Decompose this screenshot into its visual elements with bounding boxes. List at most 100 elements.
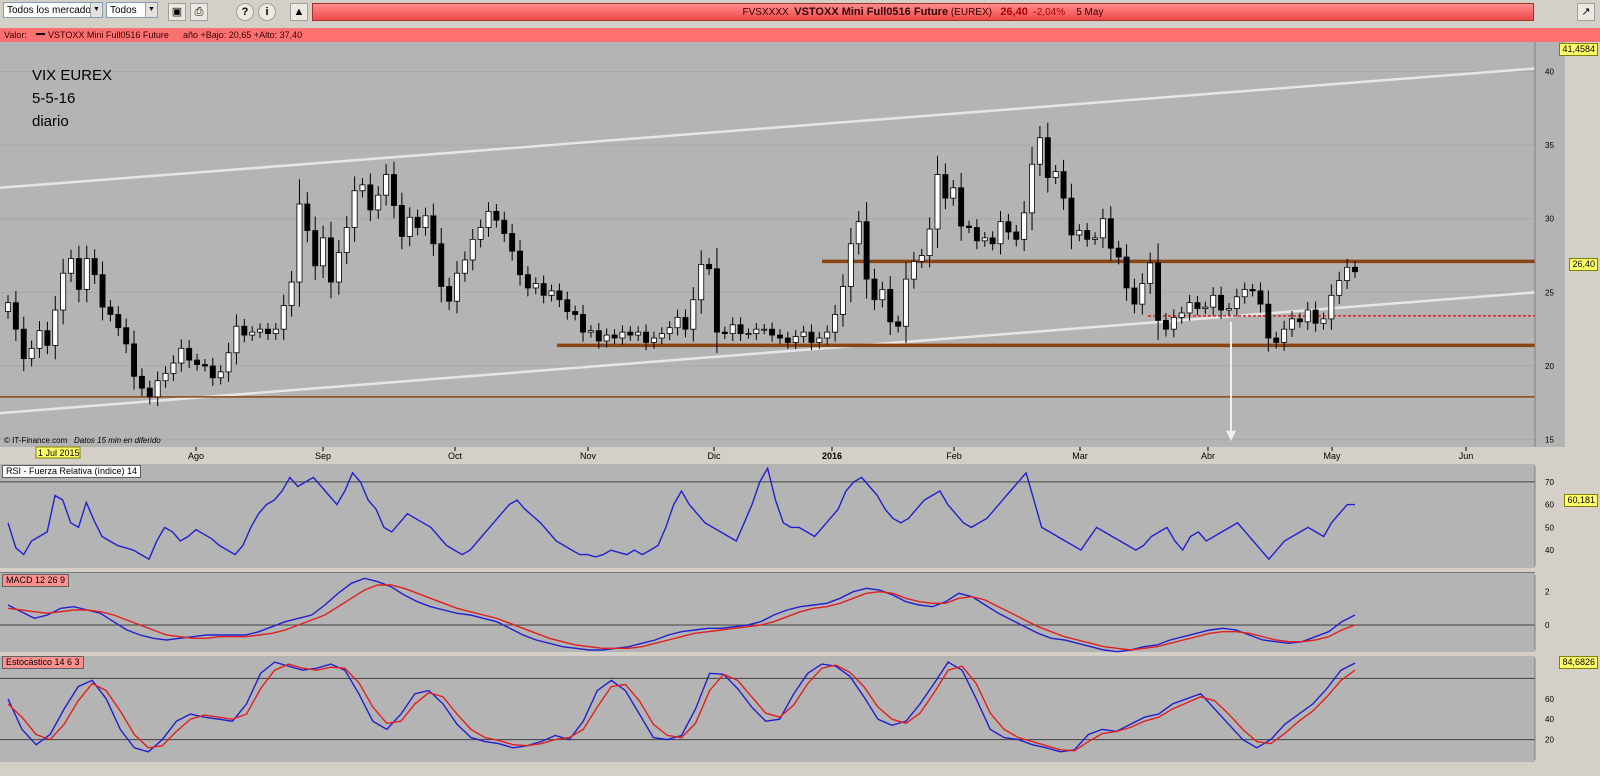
footer-source: © IT-Finance.com [4,436,68,445]
candle-body [524,274,531,289]
candle-body [855,221,862,245]
candle-body [1115,247,1122,258]
series-swatch [36,33,45,35]
candle-body [832,314,839,333]
candle-body [186,347,193,361]
candle-body [1139,283,1146,305]
instrument-exchange: (EUREX) [950,7,992,18]
candle-body [658,333,665,339]
candle-body [461,259,468,274]
candle-body [1265,303,1272,339]
type-select[interactable]: Todos ▼ [106,2,158,18]
chart-type-icon[interactable]: ↗ [1577,3,1595,21]
candle-body [548,290,555,296]
candle-body [296,203,303,283]
chart-icon[interactable]: ▲ [290,3,308,21]
print-icon[interactable]: ⎙ [190,3,208,21]
instrument-price: 26,40 [1000,6,1028,18]
candle-body [304,203,311,231]
candle-body [5,302,11,312]
candle-body [1147,262,1154,284]
rsi-axis: 40 50 60 70 [1534,466,1554,566]
candle-body [1170,316,1177,330]
annotation-line-3: diario [32,113,69,130]
candle-body [170,362,177,374]
candle-body [201,364,208,367]
candle-body [328,237,334,283]
candle-body [517,250,523,276]
candle-body [1241,289,1248,298]
chevron-down-icon[interactable]: ▼ [90,3,102,17]
instrument-date: 5 May [1076,7,1104,18]
candle-body [769,328,776,336]
candle-body [146,387,153,398]
save-icon[interactable]: ▣ [168,3,186,21]
indicator-tick-label: 2 [1545,588,1550,597]
price-tick-label: 35 [1545,141,1554,150]
market-select-value: Todos los mercados [7,5,96,16]
candle-body [706,263,713,270]
candle-body [1076,230,1083,236]
instrument-name: VSTOXX Mini Full0516 Future [794,6,949,18]
candle-body [138,375,145,389]
candle-body [493,210,500,221]
candle-body [162,372,169,382]
candle-body [52,309,59,346]
candle-body [587,330,594,333]
candle-body [840,286,846,315]
candle-body [1202,306,1209,309]
market-select[interactable]: Todos los mercados ▼ [3,2,103,18]
time-tick-label: Oct [448,451,463,461]
candle-body [619,331,626,339]
time-tick-label: Feb [946,451,962,461]
candle-body [950,187,957,199]
candle-body [241,325,248,336]
price-tick-label: 20 [1545,362,1554,371]
candle-body [816,337,823,343]
candle-body [674,316,681,329]
time-tick-label: Mar [1072,451,1088,461]
candle-body [509,233,516,252]
candle-body [871,278,878,301]
candle-body [540,283,547,296]
candle-body [1084,230,1091,240]
time-tick-label: Dic [708,451,721,461]
info-icon[interactable]: i [258,3,276,21]
candle-body [60,272,67,311]
candle-body [910,261,917,280]
candle-body [75,258,82,290]
candle-body [154,380,161,398]
instrument-title-bar: FVSXXXX VSTOXX Mini Full0516 Future (EUR… [312,3,1534,21]
help-icon[interactable]: ? [236,3,254,21]
indicator-tick-label: 40 [1545,715,1554,724]
candle-body [966,225,972,228]
candle-body [1186,302,1193,314]
main-panel-valor: Valor: [4,30,27,40]
toolbar: Todos los mercados ▼ Todos ▼ ▣ ⎙ ? i ▲ F… [0,0,1600,29]
candle-body [359,184,366,192]
time-tick-label: 2016 [822,451,842,461]
candle-body [792,336,799,343]
chart-area: Valor: VSTOXX Mini Full0516 Future año +… [0,28,1600,762]
candle-body [194,359,201,365]
candle-body [1328,294,1335,320]
candle-body [989,237,996,245]
candle-body [595,330,602,342]
footer-note: Datos 15 min en diferido [74,436,161,445]
macd-panel-label: MACD 12 26 9 [2,574,70,587]
candle-body [454,272,460,302]
candle-body [1099,218,1106,239]
candle-body [398,205,405,237]
candle-body [1226,308,1232,311]
candle-body [1162,319,1169,330]
candle-body [288,281,295,307]
time-tick-label: Ago [188,451,204,461]
candle-body [1092,237,1099,240]
candle-body [1131,287,1138,305]
candle-body [737,324,744,335]
chevron-down-icon[interactable]: ▼ [145,3,157,17]
candle-body [264,328,271,335]
candle-body [225,352,232,373]
candle-body [1107,218,1114,249]
candle-body [217,371,224,379]
